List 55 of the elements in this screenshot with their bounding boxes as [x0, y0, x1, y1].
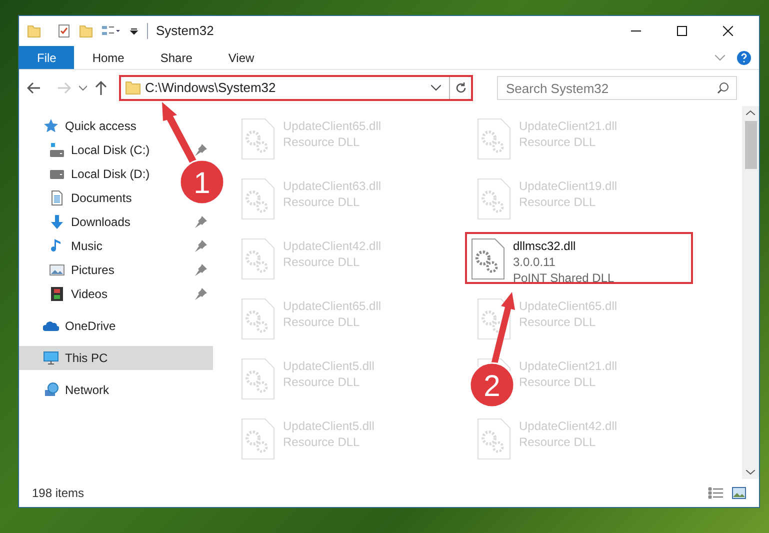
search-icon [717, 82, 729, 94]
nav-item[interactable]: Quick access [19, 114, 144, 138]
annotation-number: 1 [194, 167, 210, 200]
maximize-icon [677, 26, 687, 36]
nav-item[interactable]: Local Disk (C:) [25, 138, 158, 162]
scrollbar[interactable] [742, 106, 759, 479]
ribbon-tab[interactable]: Share [142, 46, 210, 69]
nav-item[interactable]: OneDrive [19, 314, 124, 338]
scroll-down-icon[interactable] [746, 470, 755, 475]
chevron-down-icon[interactable] [79, 85, 87, 91]
nav-item[interactable]: Pictures [25, 258, 122, 282]
nav-item[interactable]: Local Disk (D:) [25, 162, 158, 186]
address-path: C:\Windows\System32 [145, 79, 276, 98]
item-count: 198 items [32, 485, 84, 502]
nav-item[interactable]: This PC [19, 346, 213, 370]
address-bar[interactable]: C:\Windows\System32 [119, 75, 473, 101]
file-detail: 3.0.0.11 [513, 254, 556, 270]
file-detail: PoINT Shared DLL [513, 270, 614, 286]
down-arrow-icon [49, 214, 65, 230]
monitor-icon [43, 350, 59, 366]
file-name: dllmsc32.dll [513, 238, 577, 254]
ribbon-tab[interactable]: File [19, 46, 74, 69]
annotation-badge [179, 159, 225, 205]
close-icon [723, 26, 733, 36]
details-view-icon[interactable] [708, 487, 724, 499]
scrollbar-thumb[interactable] [744, 121, 756, 169]
nav-item[interactable]: Videos [25, 282, 116, 306]
chevron-down-icon[interactable] [431, 85, 441, 91]
nav-item[interactable]: Downloads [25, 210, 138, 234]
globe-icon [43, 382, 59, 398]
nav-item[interactable]: Network [19, 378, 118, 402]
properties-icon[interactable] [57, 24, 71, 38]
drive-icon [49, 142, 65, 158]
document-icon [49, 190, 65, 206]
picture-icon [49, 262, 65, 278]
ribbon-tab[interactable]: Home [74, 46, 142, 69]
scroll-up-icon[interactable] [746, 110, 755, 115]
view-options-icon[interactable] [101, 24, 121, 38]
search-field[interactable]: Search System32 [497, 76, 737, 100]
file-item[interactable]: dllmsc32.dll 3.0.0.11 PoINT Shared DLL [465, 232, 693, 284]
annotation-badge [469, 362, 515, 408]
nav-item[interactable]: Music [25, 234, 110, 258]
folder-icon [125, 81, 141, 95]
nav-item[interactable]: Documents [25, 186, 140, 210]
customize-toolbar-icon[interactable] [129, 26, 139, 36]
window-title: System32 [156, 22, 214, 40]
ribbon-tab[interactable]: View [210, 46, 272, 69]
back-arrow-icon[interactable] [27, 82, 41, 94]
star-icon [43, 118, 59, 134]
film-icon [49, 286, 65, 302]
refresh-icon [454, 82, 466, 94]
large-icons-view-icon[interactable] [732, 487, 746, 499]
help-icon[interactable] [737, 50, 751, 64]
up-arrow-icon[interactable] [95, 81, 107, 95]
annotation-number: 2 [484, 370, 500, 403]
